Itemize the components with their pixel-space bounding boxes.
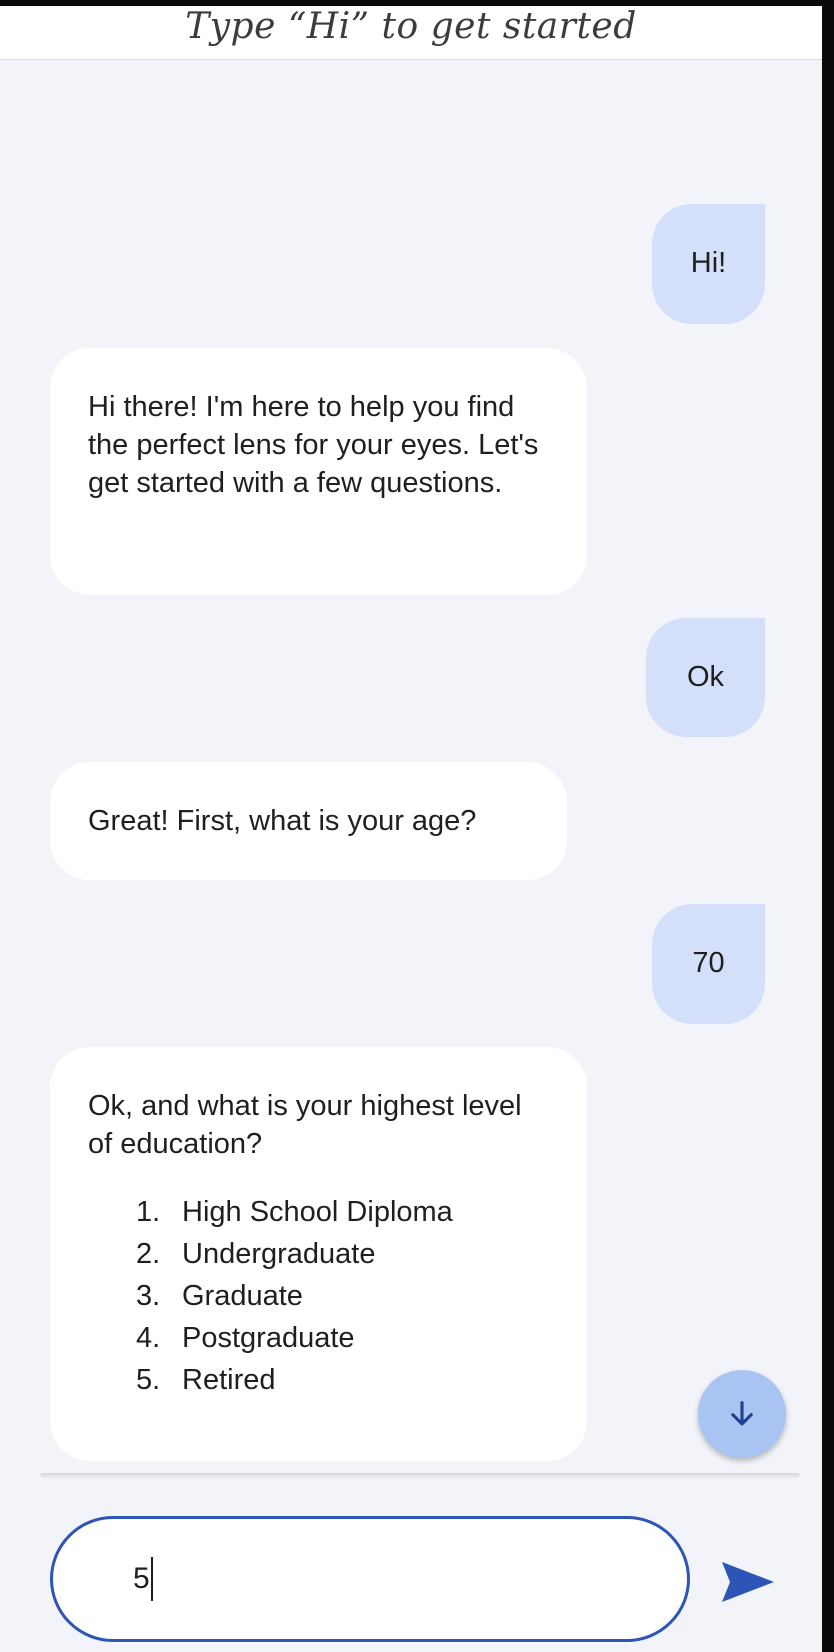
header: Type “Hi” to get started [0, 6, 822, 60]
composer-divider [40, 1473, 800, 1479]
user-message: 70 [652, 904, 765, 1024]
option-number: 1. [136, 1196, 161, 1228]
text-caret [151, 1557, 153, 1601]
option-label: Retired [182, 1364, 276, 1396]
scroll-to-bottom-button[interactable] [698, 1370, 786, 1458]
message-input[interactable] [133, 1557, 653, 1601]
bot-message: Hi there! I'm here to help you find the … [50, 348, 587, 595]
option-label: High School Diploma [182, 1196, 453, 1228]
user-message: Ok [646, 618, 765, 737]
arrow-down-icon [731, 1401, 753, 1426]
user-message: Hi! [652, 204, 765, 324]
bot-message: Ok, and what is your highest level of ed… [50, 1047, 587, 1461]
list-item: 4. Postgraduate [136, 1317, 549, 1359]
option-label: Undergraduate [182, 1238, 376, 1270]
option-label: Postgraduate [182, 1322, 355, 1354]
bot-message-text: Ok, and what is your highest level of ed… [88, 1090, 522, 1160]
right-edge [822, 0, 834, 1652]
send-icon [722, 1562, 774, 1602]
list-item: 2. Undergraduate [136, 1233, 549, 1275]
option-number: 4. [136, 1322, 161, 1354]
message-composer[interactable] [50, 1516, 690, 1642]
option-number: 3. [136, 1280, 161, 1312]
send-button[interactable] [716, 1550, 780, 1614]
list-item: 3. Graduate [136, 1275, 549, 1317]
option-label: Graduate [182, 1280, 303, 1312]
option-number: 5. [136, 1364, 161, 1396]
page-title: Type “Hi” to get started [185, 6, 637, 47]
list-item: 1. High School Diploma [136, 1191, 549, 1233]
option-list: 1. High School Diploma 2. Undergraduate 3.… [88, 1191, 549, 1401]
list-item: 5. Retired [136, 1359, 549, 1401]
option-number: 2. [136, 1238, 161, 1270]
chat-thread[interactable]: Hi! Hi there! I'm here to help you find … [0, 60, 822, 1470]
bot-message: Great! First, what is your age? [50, 762, 567, 880]
